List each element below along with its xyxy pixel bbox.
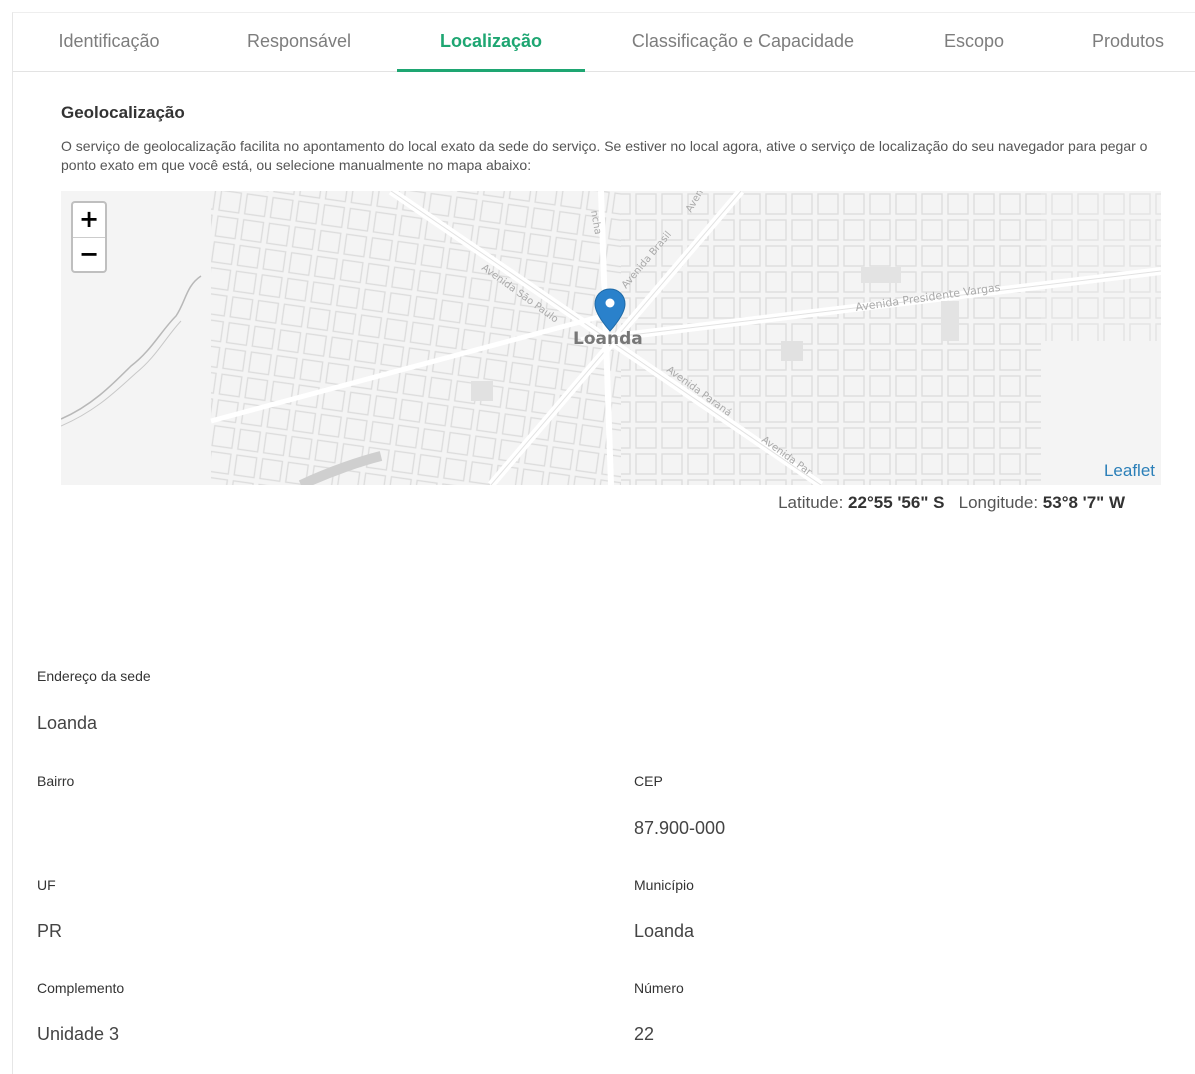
uf-value: PR bbox=[37, 921, 63, 941]
bairro-label: Bairro bbox=[37, 773, 75, 789]
municipio-value: Loanda bbox=[634, 921, 695, 941]
zoom-control: + − bbox=[71, 201, 107, 273]
form-page: Identificação Responsável Localização Cl… bbox=[12, 12, 1195, 1074]
cep-value: 87.900-000 bbox=[634, 818, 726, 838]
map-view[interactable]: Avenida São Paulo Avenida Brasil Avenida… bbox=[61, 191, 1161, 485]
coordinates-readout: Latitude: 22°55 '56" S Longitude: 53°8 '… bbox=[778, 493, 1125, 513]
geolocation-title: Geolocalização bbox=[61, 103, 185, 122]
cep-label: CEP bbox=[634, 773, 663, 789]
zoom-out-button[interactable]: − bbox=[73, 238, 105, 272]
uf-label: UF bbox=[37, 877, 56, 893]
geolocation-description: O serviço de geolocalização facilita no … bbox=[61, 138, 1148, 173]
tab-classificacao-capacidade[interactable]: Classificação e Capacidade bbox=[623, 13, 863, 71]
complemento-value: Unidade 3 bbox=[37, 1024, 120, 1044]
zoom-in-button[interactable]: + bbox=[73, 203, 105, 238]
latitude-value: 22°55 '56" S bbox=[848, 493, 945, 512]
latitude-label: Latitude: bbox=[778, 493, 844, 512]
numero-label: Número bbox=[634, 980, 684, 996]
tab-identificacao[interactable]: Identificação bbox=[53, 13, 165, 71]
map-tiles: Avenida São Paulo Avenida Brasil Avenida… bbox=[61, 191, 1161, 485]
endereco-label: Endereço da sede bbox=[37, 668, 151, 684]
complemento-label: Complemento bbox=[37, 980, 125, 996]
tab-produtos[interactable]: Produtos bbox=[1087, 13, 1169, 71]
tab-escopo[interactable]: Escopo bbox=[939, 13, 1009, 71]
longitude-label: Longitude: bbox=[958, 493, 1039, 512]
endereco-value: Loanda bbox=[37, 713, 98, 733]
numero-value: 22 bbox=[634, 1024, 655, 1044]
leaflet-attribution-link[interactable]: Leaflet bbox=[1104, 461, 1155, 481]
municipio-label: Município bbox=[634, 877, 694, 893]
city-label: Loanda bbox=[573, 329, 643, 349]
tab-responsavel[interactable]: Responsável bbox=[243, 13, 355, 71]
longitude-value: 53°8 '7" W bbox=[1042, 493, 1125, 512]
tab-bar: Identificação Responsável Localização Cl… bbox=[13, 13, 1195, 72]
tab-localizacao[interactable]: Localização bbox=[397, 13, 585, 72]
